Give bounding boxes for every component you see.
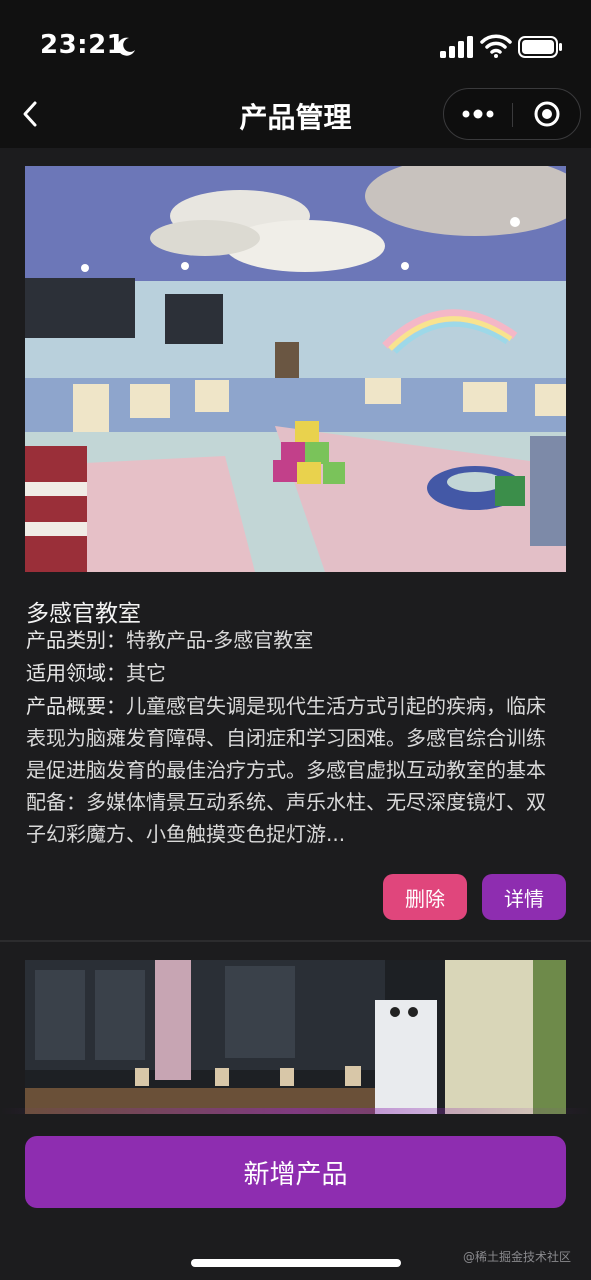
close-button[interactable]	[513, 89, 581, 139]
product-card	[0, 960, 591, 1116]
field-value: 其它	[126, 661, 166, 685]
product-category: 产品类别：特教产品-多感官教室	[26, 624, 556, 656]
summary-label: 产品概要：	[26, 694, 126, 718]
product-name: 多感官教室	[26, 601, 141, 627]
nav-bar: 产品管理	[0, 80, 591, 148]
category-value: 特教产品-多感官教室	[126, 628, 314, 652]
more-dots-icon	[462, 109, 494, 119]
delete-button[interactable]: 删除	[383, 874, 467, 920]
battery-icon	[518, 36, 562, 58]
product-list[interactable]: 多感官教室 产品类别：特教产品-多感官教室 适用领域：其它 产品概要：儿童感官失…	[0, 148, 591, 1116]
wifi-icon	[480, 34, 512, 58]
home-indicator[interactable]	[191, 1259, 401, 1267]
product-image[interactable]	[25, 960, 566, 1116]
status-bar: 23:21	[0, 0, 591, 92]
target-close-icon	[534, 101, 560, 127]
bottom-bar: 新增产品 @稀土掘金技术社区	[0, 1114, 591, 1280]
mini-program-capsule	[443, 88, 581, 140]
signal-icon	[440, 36, 473, 58]
add-product-button[interactable]: 新增产品	[25, 1136, 566, 1208]
field-label: 适用领域：	[26, 661, 126, 685]
product-field: 适用领域：其它	[26, 657, 556, 689]
more-button[interactable]	[444, 89, 512, 139]
product-image[interactable]	[25, 166, 566, 572]
product-summary: 产品概要：儿童感官失调是现代生活方式引起的疾病，临床表现为脑瘫发育障碍、自闭症和…	[26, 690, 556, 854]
moon-icon	[117, 37, 135, 56]
classroom-photo	[25, 166, 566, 572]
watermark: @稀土掘金技术社区	[462, 1250, 571, 1264]
card-divider	[0, 940, 591, 942]
room-photo	[25, 960, 566, 1116]
status-time: 23:21	[40, 30, 126, 60]
detail-button[interactable]: 详情	[482, 874, 566, 920]
product-card: 多感官教室 产品类别：特教产品-多感官教室 适用领域：其它 产品概要：儿童感官失…	[0, 166, 591, 942]
category-label: 产品类别：	[26, 628, 126, 652]
